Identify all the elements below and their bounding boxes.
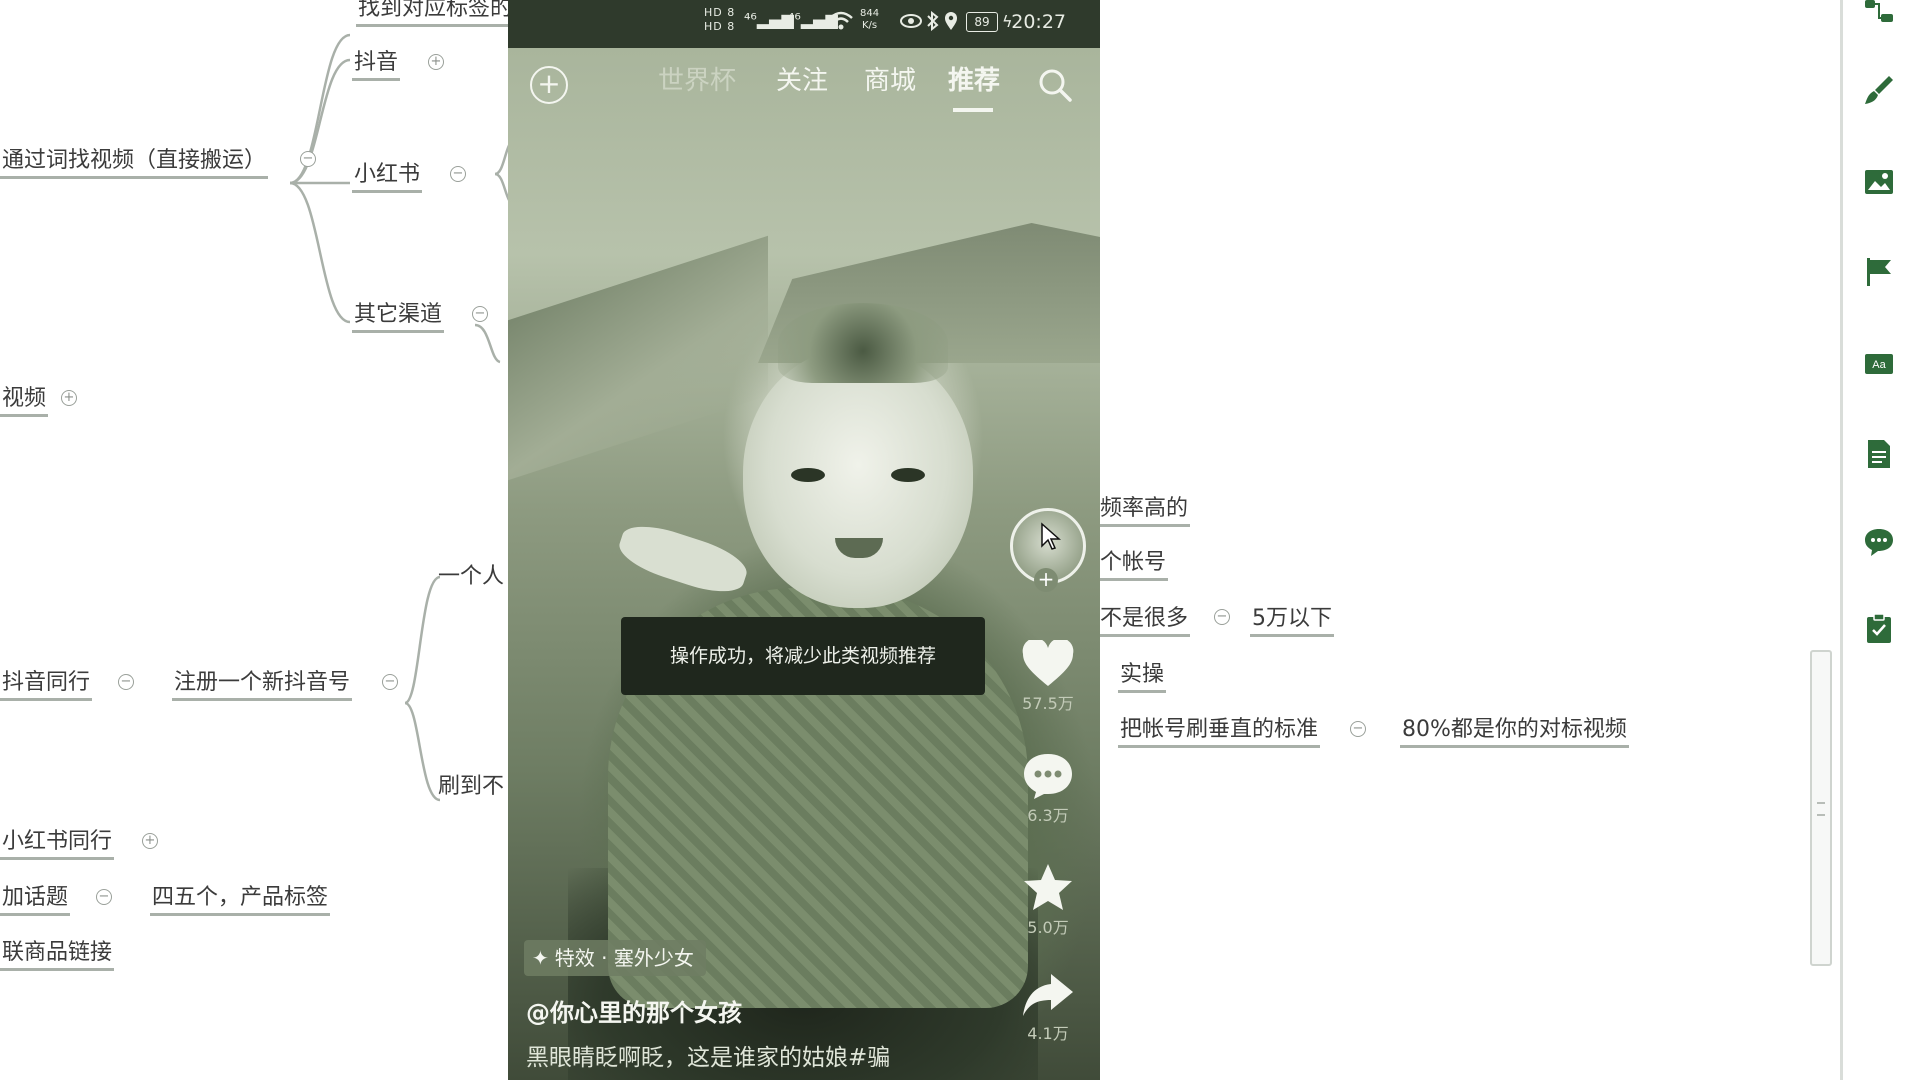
status-time: 20:27 — [1011, 11, 1066, 33]
phone-screen[interactable]: HD 8 HD 8 ⁴⁶▂▄▆ ⁴⁶▂▄▆ 844 K/s 89 ϟ 20:27… — [508, 0, 1100, 1080]
node-one-person[interactable]: 一个人 — [436, 562, 506, 592]
like-button[interactable]: 57.5万 — [1016, 640, 1080, 714]
wifi-icon — [829, 11, 853, 30]
vertical-scrollbar[interactable] — [1810, 650, 1832, 966]
nodes-icon[interactable] — [1863, 0, 1895, 28]
image-icon[interactable] — [1863, 166, 1895, 198]
node-eighty-percent[interactable]: 80%都是你的对标视频 — [1400, 715, 1629, 748]
location-icon — [945, 12, 957, 30]
video-eye — [791, 468, 825, 482]
cursor-icon — [1041, 522, 1061, 550]
svg-text:Aa: Aa — [1872, 359, 1886, 371]
node-not-many[interactable]: 不是很多 — [1098, 604, 1191, 637]
heart-icon — [1022, 640, 1074, 686]
effect-label: 特效 · 塞外少女 — [554, 946, 694, 970]
video-hand — [614, 517, 752, 601]
signal-icon: ⁴⁶▂▄▆ — [744, 10, 794, 29]
video-description: 黑眼睛眨啊眨，这是谁家的姑娘#骗 — [526, 1045, 891, 1071]
favorite-button[interactable]: 5.0万 — [1016, 862, 1080, 938]
node-brush-account[interactable]: 把帐号刷垂直的标准 — [1118, 715, 1321, 748]
clipboard-icon[interactable] — [1863, 612, 1895, 644]
collapse-toggle-icon[interactable]: − — [1214, 609, 1230, 625]
expand-toggle-icon[interactable]: + — [428, 54, 444, 70]
node-scroll-to[interactable]: 刷到不 — [436, 772, 506, 802]
node-xiaohongshu[interactable]: 小红书 — [352, 160, 423, 193]
collapse-toggle-icon[interactable]: − — [1350, 721, 1366, 737]
eye-icon — [900, 14, 922, 28]
node-link-product[interactable]: 联商品链接 — [0, 938, 115, 971]
feed-top-nav: + 世界杯 关注 商城 推荐 — [508, 60, 1100, 112]
add-circle-icon[interactable]: + — [530, 66, 568, 104]
video-roof — [508, 235, 768, 481]
note-icon[interactable] — [1863, 438, 1895, 470]
star-icon — [1024, 864, 1072, 910]
scrollbar-grip[interactable] — [1817, 802, 1825, 816]
collapse-toggle-icon[interactable]: − — [300, 151, 316, 167]
collapse-toggle-icon[interactable]: − — [382, 674, 398, 690]
node-under-50k[interactable]: 5万以下 — [1250, 604, 1334, 637]
tab-mall[interactable]: 商城 — [864, 66, 916, 96]
node-douyin-peers[interactable]: 抖音同行 — [0, 668, 93, 701]
comment-button[interactable]: 6.3万 — [1016, 752, 1080, 826]
node-register-new[interactable]: 注册一个新抖音号 — [172, 668, 353, 701]
flag-icon[interactable] — [1863, 256, 1895, 288]
video-mouth — [835, 538, 883, 558]
active-tab-indicator — [953, 108, 993, 112]
tab-world-cup[interactable]: 世界杯 — [658, 66, 736, 96]
battery-icon: 89 — [966, 12, 998, 32]
node-four-five-tags[interactable]: 四五个，产品标签 — [150, 883, 331, 916]
node-douyin[interactable]: 抖音 — [352, 48, 401, 81]
node-other-channels[interactable]: 其它渠道 — [352, 300, 445, 333]
node-via-words[interactable]: 通过词找视频（直接搬运） — [0, 146, 269, 179]
search-icon[interactable] — [1036, 66, 1074, 104]
net-speed: 844 K/s — [860, 8, 880, 31]
bluetooth-icon — [927, 11, 939, 31]
like-count: 57.5万 — [1022, 694, 1074, 713]
node-add-topics[interactable]: 加话题 — [0, 883, 71, 916]
node-video[interactable]: 视频 — [0, 384, 49, 417]
tab-following[interactable]: 关注 — [776, 66, 828, 96]
author-name[interactable]: @你心里的那个女孩 — [526, 993, 742, 1028]
hd-indicator: HD 8 HD 8 — [704, 6, 736, 33]
right-toolbar: Aa — [1840, 0, 1910, 1080]
node-one-account[interactable]: 个帐号 — [1098, 548, 1169, 581]
favorite-count: 5.0万 — [1027, 918, 1069, 937]
collapse-toggle-icon[interactable]: − — [118, 674, 134, 690]
share-button[interactable]: 4.1万 — [1016, 972, 1080, 1044]
brush-icon[interactable] — [1863, 74, 1895, 106]
toast-message: 操作成功，将减少此类视频推荐 — [621, 617, 985, 695]
collapse-toggle-icon[interactable]: − — [472, 306, 488, 322]
node-find-tag-video[interactable]: 找到对应标签的 — [356, 0, 515, 27]
comment-icon[interactable] — [1863, 526, 1895, 558]
collapse-toggle-icon[interactable]: − — [450, 166, 466, 182]
effect-sparkle-icon: ✦ — [532, 946, 549, 970]
text-style-icon[interactable]: Aa — [1863, 348, 1895, 380]
share-count: 4.1万 — [1027, 1024, 1069, 1043]
video-eye — [891, 468, 925, 482]
node-practice[interactable]: 实操 — [1118, 660, 1167, 693]
status-bar: HD 8 HD 8 ⁴⁶▂▄▆ ⁴⁶▂▄▆ 844 K/s 89 ϟ 20:27 — [508, 0, 1100, 48]
comment-count: 6.3万 — [1027, 806, 1069, 825]
video-face — [743, 348, 973, 608]
node-xhs-peers[interactable]: 小红书同行 — [0, 827, 115, 860]
collapse-toggle-icon[interactable]: − — [96, 889, 112, 905]
video-frame[interactable] — [508, 48, 1100, 1080]
follow-plus-icon[interactable]: + — [1034, 568, 1058, 592]
expand-toggle-icon[interactable]: + — [142, 833, 158, 849]
effect-tag[interactable]: ✦ 特效 · 塞外少女 — [524, 940, 706, 976]
tab-recommend[interactable]: 推荐 — [948, 66, 1000, 96]
share-arrow-icon — [1023, 974, 1073, 1016]
video-headpiece — [778, 303, 948, 383]
node-high-freq[interactable]: 频率高的 — [1098, 494, 1191, 527]
comment-icon — [1024, 754, 1072, 799]
expand-toggle-icon[interactable]: + — [61, 390, 77, 406]
